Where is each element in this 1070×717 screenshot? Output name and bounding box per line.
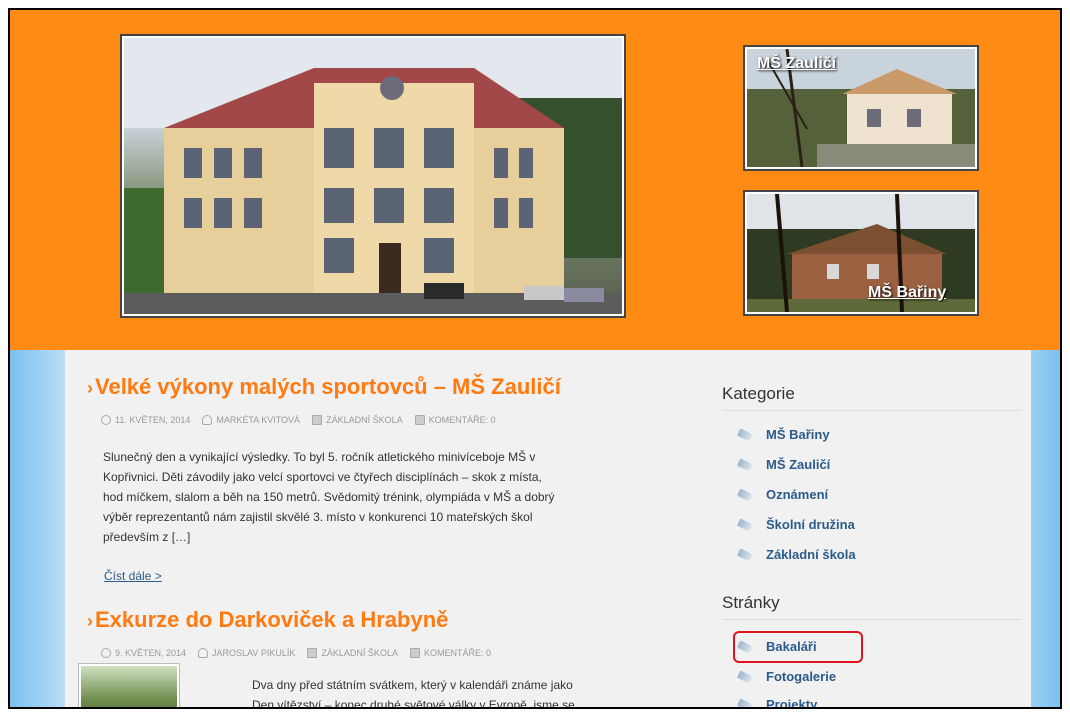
pages-heading: Stránky (722, 593, 1022, 620)
post-excerpt-2: Dva dny před státním svátkem, který v ka… (252, 675, 672, 709)
ms-zaulici-caption[interactable]: MŠ Zauličí (757, 55, 836, 73)
pin-icon (738, 671, 756, 683)
post-date: 9. KVĚTEN, 2014 (115, 648, 187, 658)
school-building-photo (122, 36, 624, 316)
ms-bariny-caption[interactable]: MŠ Bařiny (868, 284, 946, 302)
pin-icon (738, 549, 756, 561)
excerpt-line: Den vítězství – konec druhé světové válk… (252, 698, 575, 709)
page-item-fotogalerie[interactable]: Fotogalerie (738, 669, 836, 684)
pin-icon (738, 459, 756, 471)
comments-icon (409, 648, 420, 658)
post-thumbnail[interactable] (79, 664, 179, 707)
post-meta-1: 11. KVĚTEN, 2014 MARKÉTA KVITOVÁ ZÁKLADN… (101, 415, 496, 425)
excerpt-line: hod míčkem, slalom a běh na 150 metrů. S… (103, 490, 555, 504)
ms-bariny-photo[interactable]: MŠ Bařiny (745, 192, 977, 314)
post-meta-2: 9. KVĚTEN, 2014 JAROSLAV PIKULÍK ZÁKLADN… (101, 648, 491, 658)
categories-heading: Kategorie (722, 384, 1022, 411)
read-more-link[interactable]: Číst dále > (104, 569, 162, 583)
category-icon (307, 648, 318, 658)
post-title-1[interactable]: ›Velké výkony malých sportovců – MŠ Zaul… (87, 374, 561, 400)
page-item-projekty[interactable]: Projekty (738, 697, 817, 708)
excerpt-line: Kopřivnici. Děti závodily jako velcí spo… (103, 470, 542, 484)
excerpt-line: výběr reprezentantů nám zajistil skvělé … (103, 510, 533, 524)
author-icon (198, 648, 209, 658)
category-item[interactable]: MŠ Zauličí (738, 457, 830, 472)
clock-icon (101, 415, 111, 425)
post-excerpt-1: Slunečný den a vynikající výsledky. To b… (103, 447, 663, 547)
ms-zaulici-photo[interactable]: MŠ Zauličí (745, 47, 977, 169)
excerpt-line: Dva dny před státním svátkem, který v ka… (252, 678, 573, 692)
pin-icon (738, 519, 756, 531)
pin-icon (738, 641, 756, 653)
post-author[interactable]: JAROSLAV PIKULÍK (212, 648, 295, 658)
category-item[interactable]: Základní škola (738, 547, 856, 562)
excerpt-line: především z […] (103, 530, 191, 544)
post-date: 11. KVĚTEN, 2014 (115, 415, 191, 425)
category-item[interactable]: MŠ Bařiny (738, 427, 830, 442)
comments-icon (414, 415, 425, 425)
excerpt-line: Slunečný den a vynikající výsledky. To b… (103, 450, 536, 464)
author-icon (202, 415, 213, 425)
site-header: MŠ Zauličí MŠ Bařiny (10, 10, 1060, 350)
browser-viewport: MŠ Zauličí MŠ Bařiny ›Velké výkony malýc… (8, 8, 1062, 709)
post-title-2[interactable]: ›Exkurze do Darkoviček a Hrabyně (87, 607, 448, 633)
post-category[interactable]: ZÁKLADNÍ ŠKOLA (321, 648, 398, 658)
category-icon (312, 415, 323, 425)
page-item-bakalari[interactable]: Bakaláři (738, 639, 817, 654)
post-comments[interactable]: KOMENTÁŘE: 0 (429, 415, 496, 425)
pin-icon (738, 699, 756, 708)
title-bullet-icon: › (87, 611, 93, 631)
post-author[interactable]: MARKÉTA KVITOVÁ (216, 415, 300, 425)
pin-icon (738, 489, 756, 501)
post-category[interactable]: ZÁKLADNÍ ŠKOLA (326, 415, 403, 425)
clock-icon (101, 648, 111, 658)
category-item[interactable]: Oznámení (738, 487, 828, 502)
pin-icon (738, 429, 756, 441)
post-comments[interactable]: KOMENTÁŘE: 0 (424, 648, 491, 658)
title-bullet-icon: › (87, 378, 93, 398)
category-item[interactable]: Školní družina (738, 517, 855, 532)
